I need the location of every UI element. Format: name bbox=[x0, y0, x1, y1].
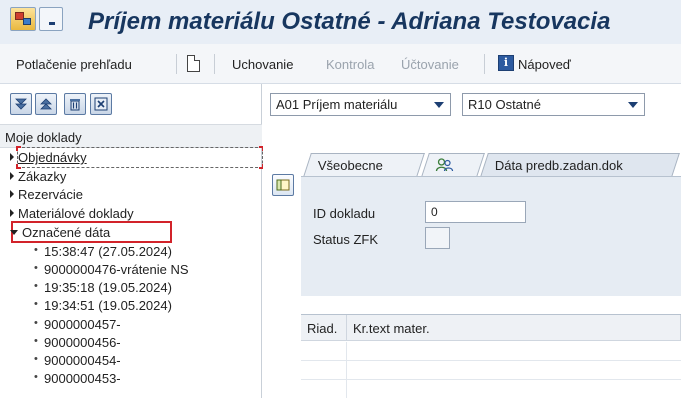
list-item[interactable]: 19:34:51 (19.05.2024) bbox=[34, 298, 172, 313]
tree-node-reservations[interactable]: Rezervácie bbox=[10, 187, 83, 202]
list-item[interactable]: 9000000454- bbox=[34, 353, 121, 368]
tab-predoc-data[interactable]: Dáta predb.zadan.dok bbox=[480, 153, 680, 177]
menu-dropdown-button[interactable] bbox=[39, 7, 63, 31]
check-button[interactable]: Kontrola bbox=[326, 57, 374, 72]
list-item[interactable]: 9000000456- bbox=[34, 335, 121, 350]
hold-button[interactable]: Uchovanie bbox=[232, 57, 293, 72]
expand-icon[interactable] bbox=[10, 172, 14, 180]
collapse-all-icon[interactable] bbox=[35, 93, 57, 115]
collapse-icon[interactable] bbox=[10, 230, 18, 235]
tree-node-label[interactable]: Rezervácie bbox=[18, 187, 83, 202]
list-item[interactable]: 9000000453- bbox=[34, 371, 121, 386]
select-value: A01 Príjem materiálu bbox=[276, 97, 398, 112]
sap-logo-icon[interactable] bbox=[10, 7, 36, 31]
reference-select[interactable]: R10 Ostatné bbox=[462, 93, 645, 116]
tree-node-label[interactable]: Zákazky bbox=[18, 169, 66, 184]
document-overview-panel: Moje doklady Objednávky Zákazky Rezervác… bbox=[0, 84, 264, 398]
list-item[interactable]: 15:38:47 (27.05.2024) bbox=[34, 244, 172, 259]
list-item[interactable]: 9000000476-vrátenie NS bbox=[34, 262, 189, 277]
post-button[interactable]: Účtovanie bbox=[401, 57, 459, 72]
column-header-item[interactable]: Riad. bbox=[301, 315, 347, 341]
table-row[interactable] bbox=[301, 361, 681, 380]
table-cell[interactable] bbox=[301, 380, 347, 398]
document-icon[interactable] bbox=[187, 55, 200, 72]
overview-toggle-button[interactable]: Potlačenie prehľadu bbox=[16, 57, 132, 72]
tree-header: Moje doklady bbox=[0, 124, 262, 148]
tree-node-marked-data[interactable]: Označené dáta bbox=[10, 225, 110, 240]
status-field[interactable] bbox=[425, 227, 450, 249]
list-item[interactable]: 9000000457- bbox=[34, 317, 121, 332]
column-header-short-text[interactable]: Kr.text mater. bbox=[347, 315, 681, 341]
tab-label: Dáta predb.zadan.dok bbox=[494, 158, 623, 173]
tree-node-label[interactable]: Objednávky bbox=[18, 150, 87, 165]
help-button[interactable]: Nápoveď bbox=[518, 57, 571, 72]
chevron-down-icon bbox=[434, 102, 444, 108]
window-title: Príjem materiálu Ostatné - Adriana Testo… bbox=[88, 8, 611, 35]
tab-content-panel: ID dokladu 0 Status ZFK bbox=[301, 176, 681, 296]
table-row[interactable] bbox=[301, 342, 681, 361]
tree-node-label[interactable]: Označené dáta bbox=[22, 225, 110, 240]
doc-id-field[interactable]: 0 bbox=[425, 201, 526, 223]
tab-partners[interactable] bbox=[421, 153, 485, 177]
tree-node-sales-orders[interactable]: Zákazky bbox=[10, 169, 66, 184]
title-bar: Príjem materiálu Ostatné - Adriana Testo… bbox=[0, 0, 681, 44]
tab-general[interactable]: Všeobecne bbox=[303, 153, 425, 177]
close-icon[interactable] bbox=[90, 93, 112, 115]
list-item[interactable]: 19:35:18 (19.05.2024) bbox=[34, 280, 172, 295]
transaction-select[interactable]: A01 Príjem materiálu bbox=[270, 93, 451, 116]
toolbar-separator bbox=[176, 54, 177, 74]
expand-icon[interactable] bbox=[10, 209, 14, 217]
tab-strip: Všeobecne Dáta predb.zadan.dok bbox=[301, 149, 681, 177]
toggle-detail-button[interactable] bbox=[272, 174, 294, 196]
expand-all-icon[interactable] bbox=[10, 93, 32, 115]
tree-node-label[interactable]: Materiálové doklady bbox=[18, 206, 134, 221]
tree-node-material-docs[interactable]: Materiálové doklady bbox=[10, 206, 134, 221]
table-row[interactable] bbox=[301, 380, 681, 398]
chevron-down-icon bbox=[628, 102, 638, 108]
application-toolbar: Potlačenie prehľadu Uchovanie Kontrola Ú… bbox=[0, 44, 681, 84]
status-label: Status ZFK bbox=[313, 232, 379, 247]
items-table: Riad. Kr.text mater. bbox=[301, 314, 681, 398]
info-icon: i bbox=[498, 55, 514, 71]
tab-label: Všeobecne bbox=[317, 158, 383, 173]
select-value: R10 Ostatné bbox=[468, 97, 541, 112]
toolbar-separator bbox=[214, 54, 215, 74]
table-cell[interactable] bbox=[301, 342, 347, 361]
doc-id-label: ID dokladu bbox=[313, 206, 376, 221]
tree-node-orders[interactable]: Objednávky bbox=[10, 150, 87, 165]
expand-icon[interactable] bbox=[10, 153, 14, 161]
trash-icon[interactable] bbox=[64, 93, 86, 115]
partners-icon bbox=[435, 158, 454, 175]
expand-icon[interactable] bbox=[10, 190, 14, 198]
table-cell[interactable] bbox=[301, 361, 347, 380]
main-area: A01 Príjem materiálu R10 Ostatné Všeobec… bbox=[263, 84, 681, 398]
toolbar-separator bbox=[484, 54, 485, 74]
